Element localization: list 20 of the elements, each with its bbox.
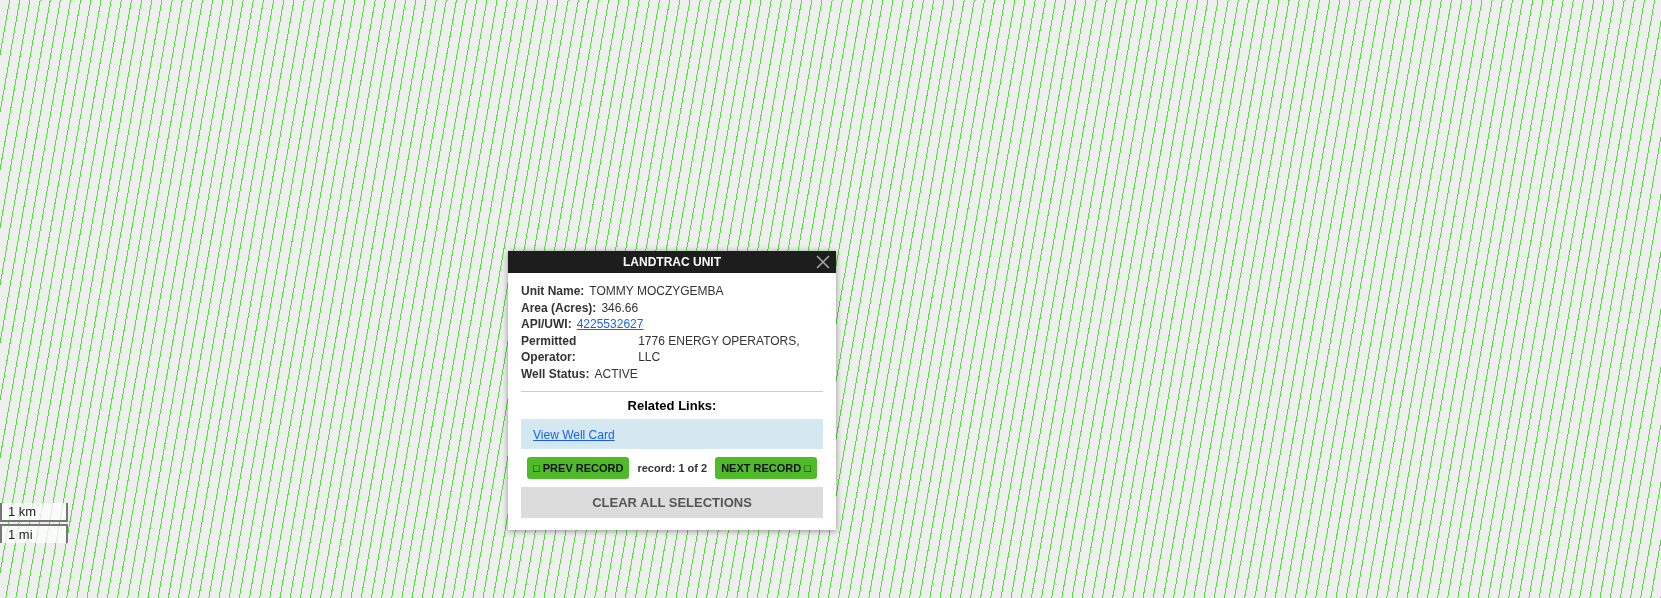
scale-bar-imperial: 1 mi xyxy=(0,524,68,543)
api-link[interactable]: 4225532627 xyxy=(576,316,644,333)
prev-record-button[interactable]: □ PREV RECORD xyxy=(527,457,630,479)
popup-title: LANDTRAC UNIT xyxy=(623,255,721,269)
field-label: Permitted Operator: xyxy=(521,332,578,366)
field-label: API/UWI: xyxy=(521,316,572,333)
record-counter: record: 1 of 2 xyxy=(637,462,708,474)
field-value: TOMMY MOCZYGEMBA xyxy=(589,283,724,300)
field-value: 1776 ENERGY OPERATORS, LLC xyxy=(638,332,801,366)
scale-bar-metric: 1 km xyxy=(0,503,68,522)
field-value: ACTIVE xyxy=(594,365,638,382)
well-card-link[interactable]: View Well Card xyxy=(533,428,615,442)
close-icon[interactable] xyxy=(816,255,830,269)
related-links-heading: Related Links: xyxy=(626,398,718,413)
field-label: Well Status: xyxy=(521,365,590,382)
next-record-button[interactable]: NEXT RECORD □ xyxy=(715,457,817,479)
field-label: Unit Name: xyxy=(521,283,585,300)
field-label: Area (Acres): xyxy=(521,299,597,316)
clear-selections-button[interactable]: CLEAR ALL SELECTIONS xyxy=(521,487,823,518)
field-value: 346.66 xyxy=(601,299,639,316)
